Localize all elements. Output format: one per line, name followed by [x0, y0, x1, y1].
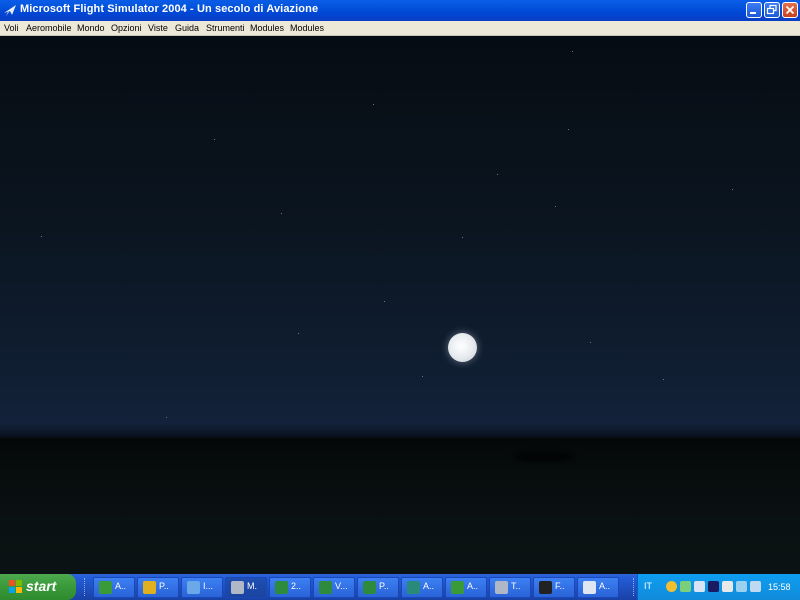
task-label: F..	[555, 581, 565, 591]
minimize-button[interactable]	[746, 2, 762, 18]
menu-aeromobile[interactable]: Aeromobile	[26, 21, 72, 35]
taskbar-grip[interactable]	[84, 578, 87, 596]
app-icon	[495, 581, 508, 594]
app-icon	[275, 581, 288, 594]
menu-modules[interactable]: Modules	[250, 21, 284, 35]
tray-icon[interactable]	[736, 581, 747, 592]
start-button[interactable]: start	[0, 574, 76, 600]
close-icon	[785, 5, 795, 15]
task-label: P..	[379, 581, 389, 591]
tray-icon[interactable]	[666, 581, 677, 592]
menu-bar: Voli Aeromobile Mondo Opzioni Viste Guid…	[0, 21, 800, 36]
task-button[interactable]: F..	[533, 577, 575, 598]
task-button-active[interactable]: M.	[225, 577, 267, 598]
app-icon	[363, 581, 376, 594]
title-bar: Microsoft Flight Simulator 2004 - Un sec…	[0, 0, 800, 21]
task-label: A..	[115, 581, 127, 591]
star	[384, 301, 385, 302]
volume-icon[interactable]	[722, 581, 733, 592]
task-label: V...	[335, 581, 348, 591]
flight-simulator-icon	[231, 581, 244, 594]
task-button[interactable]: A..	[445, 577, 487, 598]
media-icon[interactable]	[708, 581, 719, 592]
app-icon	[451, 581, 464, 594]
task-button[interactable]: A..	[401, 577, 443, 598]
app-icon	[319, 581, 332, 594]
star	[298, 333, 299, 334]
task-label: I...	[203, 581, 214, 591]
star	[732, 189, 733, 190]
windows-logo-icon	[9, 580, 22, 593]
start-label: start	[26, 578, 57, 594]
task-button[interactable]: I...	[181, 577, 223, 598]
menu-strumenti[interactable]: Strumenti	[206, 21, 245, 35]
moon	[448, 333, 477, 362]
close-button[interactable]	[782, 2, 798, 18]
tray-icon[interactable]	[750, 581, 761, 592]
flight-simulator-icon	[4, 5, 16, 16]
task-label: T..	[511, 581, 521, 591]
menu-opzioni[interactable]: Opzioni	[111, 21, 142, 35]
task-label: A..	[423, 581, 435, 591]
taskbar: start A.. P.. I... M. 2.. V... P.. A.. A…	[0, 574, 800, 600]
restore-icon	[766, 4, 777, 15]
task-button[interactable]: A..	[93, 577, 135, 598]
task-label: M.	[247, 581, 257, 591]
task-label: A..	[599, 581, 611, 591]
app-icon	[407, 581, 420, 594]
task-label: A..	[467, 581, 479, 591]
minimize-icon	[750, 12, 756, 14]
window-title: Microsoft Flight Simulator 2004 - Un sec…	[20, 3, 319, 15]
ground	[0, 438, 800, 574]
menu-modules-2[interactable]: Modules	[290, 21, 324, 35]
menu-viste[interactable]: Viste	[148, 21, 168, 35]
task-label: 2..	[291, 581, 302, 591]
star	[462, 237, 463, 238]
star	[422, 376, 423, 377]
messenger-icon[interactable]	[680, 581, 691, 592]
star	[214, 139, 215, 140]
app-icon	[539, 581, 552, 594]
aircraft-shadow	[515, 452, 573, 462]
task-button[interactable]: A..	[577, 577, 619, 598]
app-icon	[143, 581, 156, 594]
task-button[interactable]: P..	[137, 577, 179, 598]
task-button[interactable]: V...	[313, 577, 355, 598]
clock[interactable]: 15:58	[768, 582, 791, 592]
app-icon	[583, 581, 596, 594]
tray-grip[interactable]	[633, 578, 636, 596]
menu-mondo[interactable]: Mondo	[77, 21, 105, 35]
star	[568, 129, 569, 130]
app-icon	[99, 581, 112, 594]
task-button[interactable]: 2..	[269, 577, 311, 598]
star	[166, 417, 167, 418]
restore-button[interactable]	[764, 2, 780, 18]
star	[41, 236, 42, 237]
network-icon[interactable]	[694, 581, 705, 592]
language-indicator[interactable]: IT	[644, 581, 652, 591]
star	[555, 206, 556, 207]
simulator-viewport[interactable]	[0, 36, 800, 574]
app-icon	[187, 581, 200, 594]
star	[281, 213, 282, 214]
task-label: P..	[159, 581, 169, 591]
star	[590, 342, 591, 343]
menu-guida[interactable]: Guida	[175, 21, 199, 35]
star	[497, 174, 498, 175]
star	[572, 51, 573, 52]
star	[663, 379, 664, 380]
task-button[interactable]: T..	[489, 577, 531, 598]
star	[373, 104, 374, 105]
menu-voli[interactable]: Voli	[4, 21, 19, 35]
task-button[interactable]: P..	[357, 577, 399, 598]
